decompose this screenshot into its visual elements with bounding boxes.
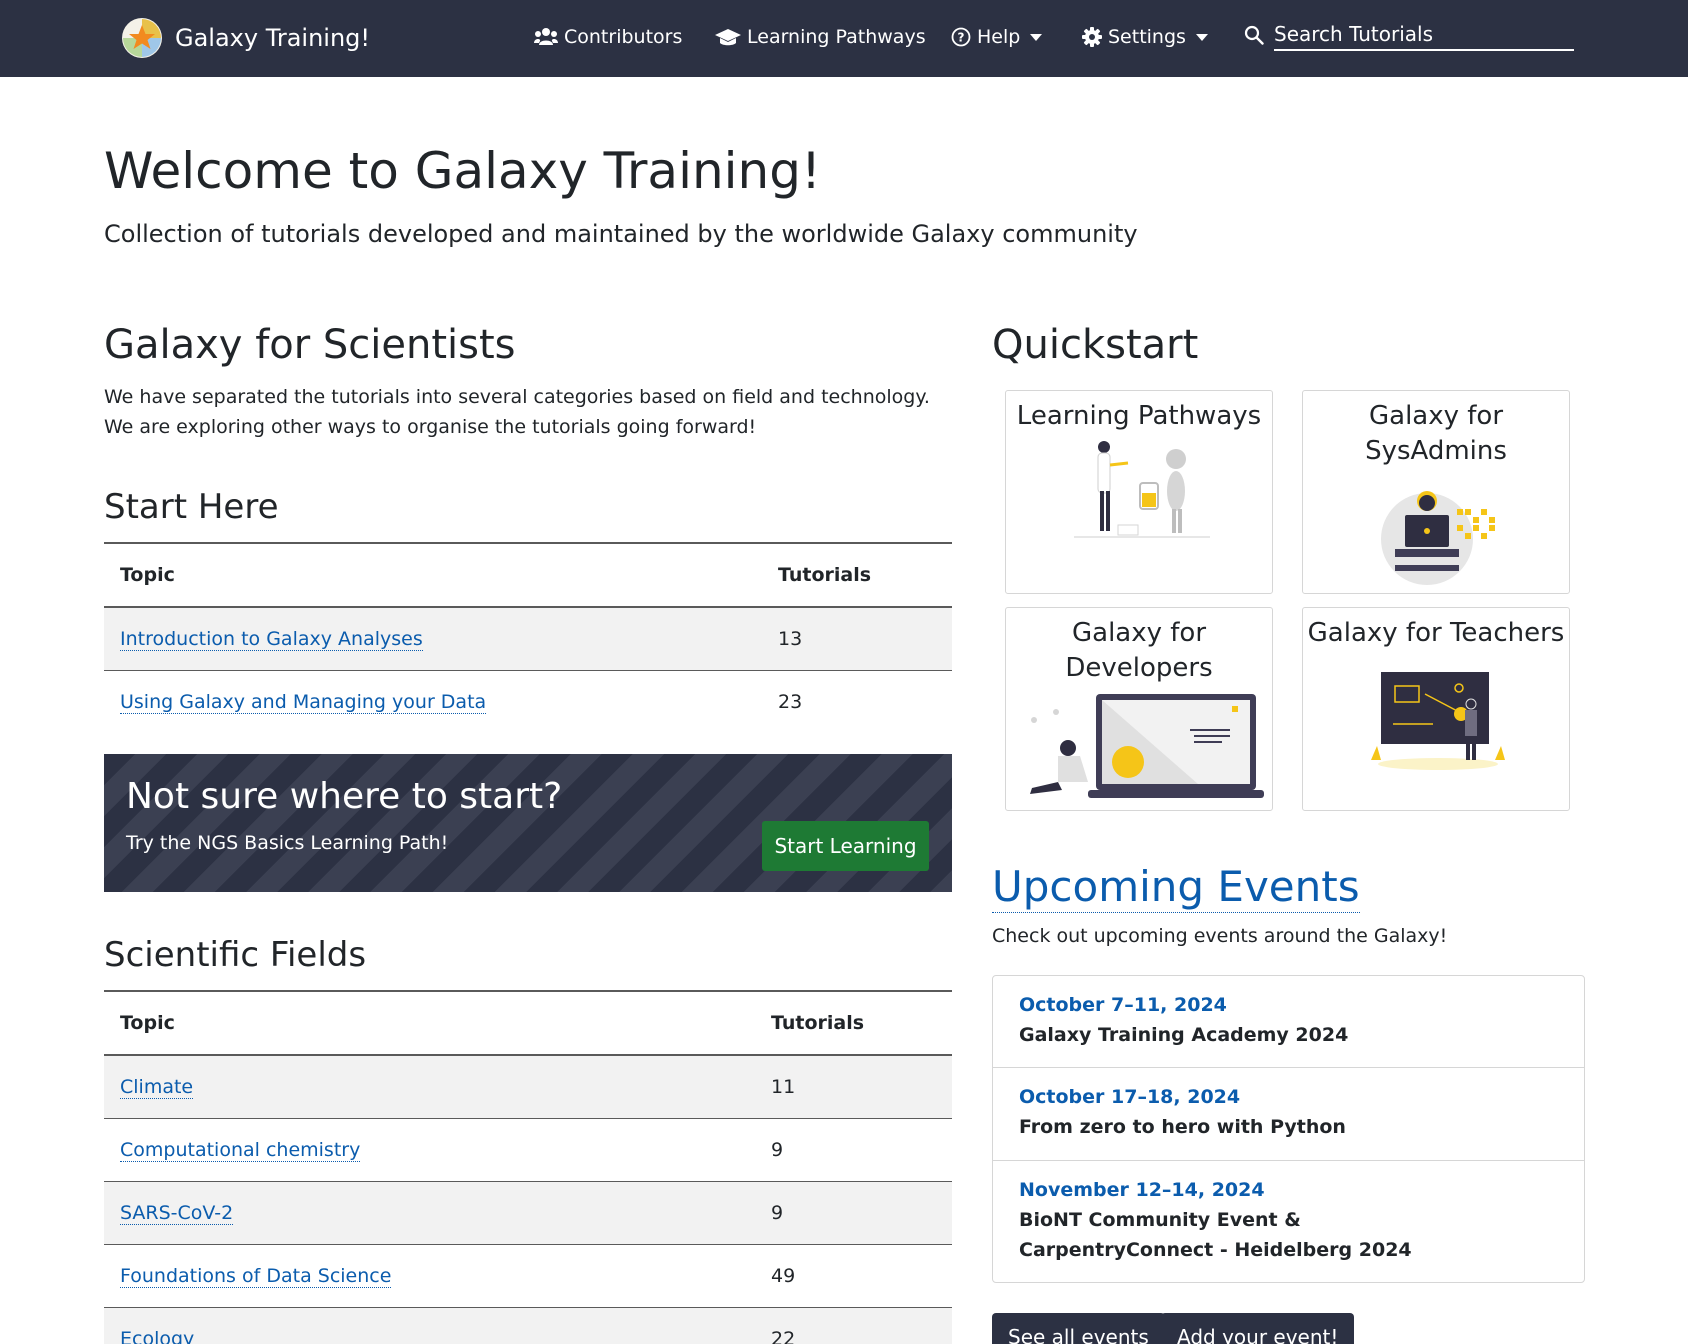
- scientific-fields-table: Topic Tutorials Climate 11 Computational…: [104, 990, 952, 1344]
- nav-help-dropdown[interactable]: ? Help: [951, 22, 1043, 52]
- event-date-link[interactable]: October 17–18, 2024: [1019, 1082, 1584, 1112]
- topic-link[interactable]: Using Galaxy and Managing your Data: [120, 690, 487, 714]
- chevron-down-icon: [1195, 33, 1208, 41]
- topic-link[interactable]: Introduction to Galaxy Analyses: [120, 627, 423, 651]
- scientific-fields-heading: Scientific Fields: [104, 935, 367, 975]
- table-row: Climate 11: [104, 1055, 952, 1119]
- brand-link[interactable]: Galaxy Training!: [121, 17, 370, 59]
- nav-learning-pathways[interactable]: Learning Pathways: [715, 22, 926, 52]
- nav-contributors[interactable]: Contributors: [534, 22, 682, 52]
- table-row: Computational chemistry 9: [104, 1118, 952, 1182]
- tutorial-count: 13: [762, 607, 952, 671]
- users-icon: [534, 28, 558, 45]
- upcoming-events-subtitle: Check out upcoming events around the Gal…: [992, 925, 1448, 947]
- search-input[interactable]: [1274, 19, 1574, 51]
- add-event-button[interactable]: Add your event!: [1161, 1313, 1355, 1344]
- question-circle-icon: ?: [951, 27, 971, 47]
- quickstart-card-developers[interactable]: Galaxy for Developers: [1005, 607, 1273, 811]
- sysadmin-illustration-icon: [1381, 491, 1495, 585]
- table-row: SARS-CoV-2 9: [104, 1181, 952, 1245]
- nav-settings-label: Settings: [1108, 26, 1186, 48]
- quickstart-card-sysadmins[interactable]: Galaxy for SysAdmins: [1302, 390, 1570, 594]
- nav-help-label: Help: [977, 26, 1021, 48]
- event-date-link[interactable]: October 7–11, 2024: [1019, 990, 1584, 1020]
- event-name: Galaxy Training Academy 2024: [1019, 1024, 1349, 1046]
- topic-link[interactable]: SARS-CoV-2: [120, 1201, 234, 1225]
- quickstart-card-title: Galaxy for SysAdmins: [1365, 401, 1507, 466]
- column-header-tutorials: Tutorials: [762, 542, 952, 608]
- event-item: November 12–14, 2024 BioNT Community Eve…: [993, 1161, 1584, 1279]
- event-name: From zero to hero with Python: [1019, 1116, 1346, 1138]
- topic-link[interactable]: Ecology: [120, 1327, 195, 1344]
- banner-title: Not sure where to start?: [126, 776, 563, 817]
- tutorial-count: 22: [755, 1307, 952, 1344]
- quickstart-card-title: Galaxy for Teachers: [1307, 618, 1565, 648]
- see-all-events-button[interactable]: See all events: [992, 1313, 1165, 1344]
- quickstart-card-title: Learning Pathways: [1016, 401, 1262, 431]
- event-date-link[interactable]: November 12–14, 2024: [1019, 1175, 1584, 1205]
- tutorial-count: 9: [755, 1181, 952, 1245]
- topic-link[interactable]: Computational chemistry: [120, 1138, 361, 1162]
- start-here-table: Topic Tutorials Introduction to Galaxy A…: [104, 542, 952, 733]
- table-row: Ecology 22: [104, 1307, 952, 1344]
- tutorial-count: 49: [755, 1244, 952, 1308]
- developer-laptop-illustration-icon: [1030, 694, 1264, 798]
- scientists-heading: Galaxy for Scientists: [104, 322, 516, 368]
- chevron-down-icon: [1030, 33, 1043, 41]
- page-title: Welcome to Galaxy Training!: [104, 142, 822, 200]
- event-name: BioNT Community Event & CarpentryConnect…: [1019, 1209, 1412, 1261]
- galaxy-logo-icon: [122, 18, 162, 58]
- quickstart-card-title: Galaxy for Developers: [1065, 618, 1213, 683]
- quickstart-card-teachers[interactable]: Galaxy for Teachers: [1302, 607, 1570, 811]
- search-box: [1244, 18, 1575, 52]
- event-item: October 7–11, 2024 Galaxy Training Acade…: [993, 990, 1584, 1068]
- brand-name: Galaxy Training!: [175, 24, 371, 52]
- learning-path-banner: Not sure where to start? Try the NGS Bas…: [104, 754, 952, 892]
- column-header-tutorials: Tutorials: [755, 990, 952, 1056]
- start-learning-button[interactable]: Start Learning: [762, 821, 929, 871]
- teacher-illustration-icon: [1371, 672, 1505, 770]
- start-here-heading: Start Here: [104, 487, 279, 527]
- topic-link[interactable]: Climate: [120, 1075, 194, 1099]
- events-list: October 7–11, 2024 Galaxy Training Acade…: [992, 975, 1585, 1283]
- table-row: Using Galaxy and Managing your Data 23: [104, 670, 952, 733]
- tutorial-count: 23: [778, 690, 803, 713]
- quickstart-heading: Quickstart: [992, 322, 1199, 368]
- column-header-topic: Topic: [104, 990, 755, 1056]
- nav-contributors-label: Contributors: [564, 26, 683, 48]
- event-item: October 17–18, 2024 From zero to hero wi…: [993, 1068, 1584, 1161]
- scientists-intro: We have separated the tutorials into sev…: [104, 386, 930, 438]
- nav-settings-dropdown[interactable]: Settings: [1082, 22, 1208, 52]
- tutorial-count: 11: [755, 1055, 952, 1119]
- banner-text: Try the NGS Basics Learning Path!: [126, 832, 449, 854]
- column-header-topic: Topic: [104, 542, 762, 608]
- tutorial-count: 9: [755, 1118, 952, 1182]
- topic-link[interactable]: Foundations of Data Science: [120, 1264, 392, 1288]
- upcoming-events-heading-link[interactable]: Upcoming Events: [992, 862, 1360, 913]
- table-row: Introduction to Galaxy Analyses 13: [104, 607, 952, 671]
- scientist-illustration-icon: [1074, 441, 1210, 538]
- graduation-cap-icon: [715, 29, 741, 46]
- table-row: Foundations of Data Science 49: [104, 1244, 952, 1308]
- nav-learning-pathways-label: Learning Pathways: [747, 26, 926, 48]
- quickstart-card-learning-pathways[interactable]: Learning Pathways: [1005, 390, 1273, 594]
- page-subtitle: Collection of tutorials developed and ma…: [104, 220, 1138, 248]
- gear-icon: [1082, 27, 1102, 47]
- top-navbar: Galaxy Training! Contributors Learning P…: [0, 0, 1688, 77]
- svg-text:?: ?: [958, 31, 965, 45]
- search-icon[interactable]: [1244, 25, 1264, 45]
